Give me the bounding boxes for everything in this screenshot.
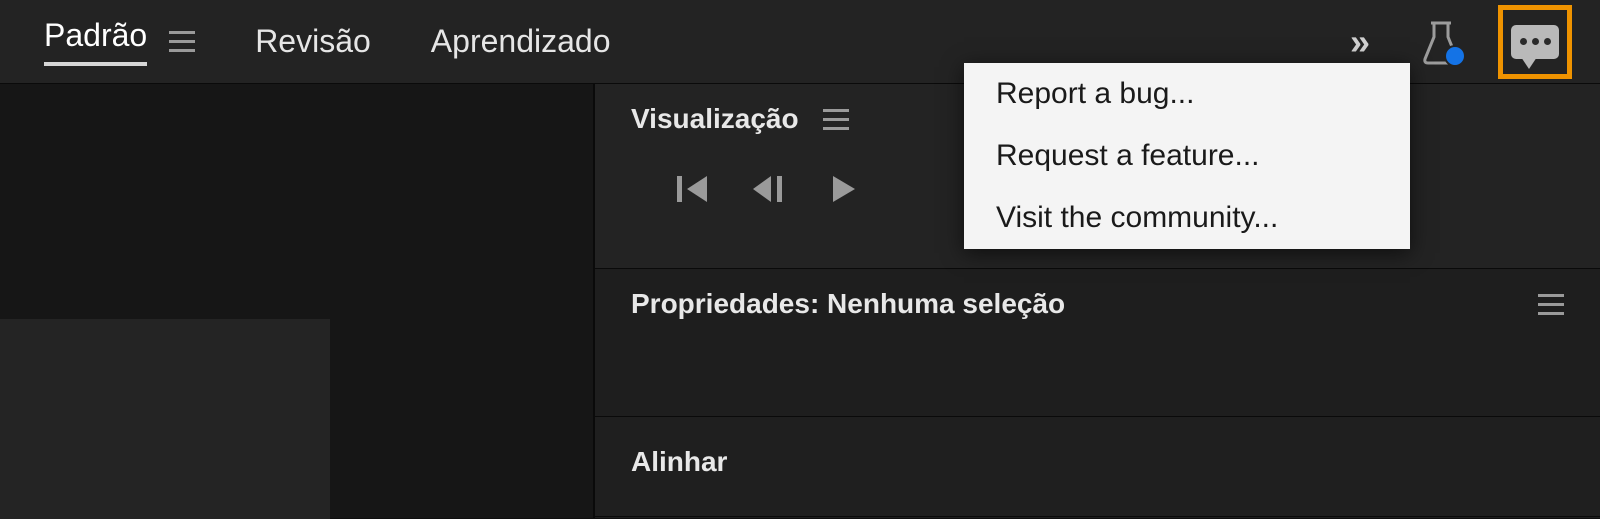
left-panel (0, 84, 595, 518)
menu-item-report-bug[interactable]: Report a bug... (964, 63, 1410, 125)
panel-title: Alinhar (631, 446, 727, 478)
workspace-label[interactable]: Revisão (255, 23, 371, 60)
menu-icon[interactable] (1538, 294, 1564, 315)
composition-thumbnail[interactable] (0, 319, 330, 519)
beaker-icon[interactable] (1420, 19, 1462, 65)
workspace-tab-review[interactable]: Revisão (255, 23, 371, 60)
properties-panel: Propriedades: Nenhuma seleção (595, 269, 1600, 417)
align-panel: Alinhar (595, 417, 1600, 517)
workspace-tab-default[interactable]: Padrão (44, 17, 195, 66)
panel-header: Alinhar (631, 417, 1564, 507)
workspace-label[interactable]: Aprendizado (431, 23, 611, 60)
speech-bubble-icon (1511, 25, 1559, 59)
workspace-tab-learn[interactable]: Aprendizado (431, 23, 611, 60)
menu-icon[interactable] (823, 109, 849, 130)
play-icon[interactable] (831, 174, 859, 204)
panel-title: Propriedades: Nenhuma seleção (631, 288, 1065, 320)
panel-header: Propriedades: Nenhuma seleção (631, 269, 1564, 339)
overflow-icon[interactable]: » (1350, 21, 1364, 63)
workspace-label[interactable]: Padrão (44, 17, 147, 66)
panel-title: Visualização (631, 103, 799, 135)
first-frame-icon[interactable] (677, 174, 711, 204)
previous-frame-icon[interactable] (751, 174, 791, 204)
feedback-menu: Report a bug... Request a feature... Vis… (964, 63, 1410, 249)
workspace-tabs: Padrão Revisão Aprendizado (44, 17, 610, 66)
feedback-button[interactable] (1498, 5, 1572, 79)
menu-icon[interactable] (169, 31, 195, 52)
notification-dot-icon (1444, 45, 1466, 67)
menu-item-visit-community[interactable]: Visit the community... (964, 187, 1410, 249)
menu-item-request-feature[interactable]: Request a feature... (964, 125, 1410, 187)
